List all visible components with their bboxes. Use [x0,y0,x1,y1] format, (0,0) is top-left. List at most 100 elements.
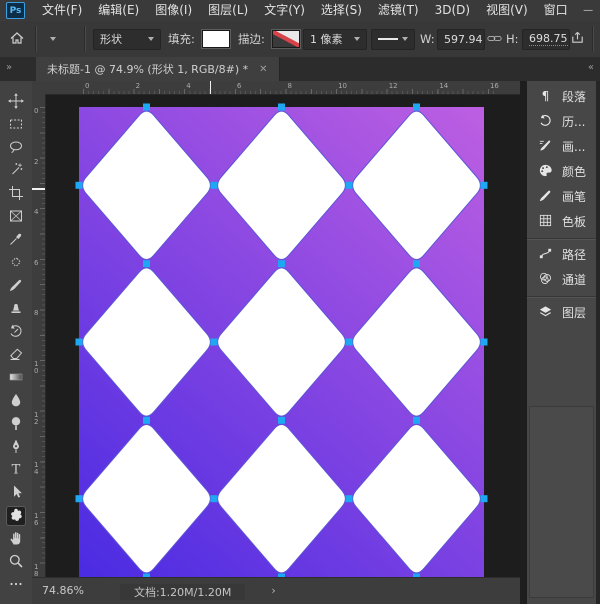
stroke-swatch[interactable] [272,21,300,57]
menu-item-file[interactable]: 文件(F) [34,0,90,21]
menu-item-window[interactable]: 窗口 [536,0,576,21]
panel-button-color[interactable]: 颜色 [527,159,596,184]
custom-shape-tool[interactable] [7,507,25,525]
anchor-point[interactable] [346,339,353,346]
frame-tool[interactable] [7,208,25,226]
anchor-point[interactable] [211,495,218,502]
svg-text:T: T [12,462,21,476]
status-options-chevron[interactable]: › [271,584,275,597]
stroke-width-select[interactable]: 1 像素 [303,29,367,50]
menu-item-view[interactable]: 视图(V) [478,0,536,21]
panel-button-history[interactable]: 历... [527,109,596,134]
anchor-point[interactable] [413,104,420,111]
anchor-point[interactable] [481,339,488,346]
tool-preset-button[interactable] [47,21,56,57]
move-tool[interactable] [7,93,25,111]
panel-collapse-button[interactable]: « [588,57,593,79]
menu-item-filter[interactable]: 滤镜(T) [370,0,427,21]
link-dimensions-button[interactable] [487,21,502,57]
export-button[interactable] [570,21,585,57]
toolbar-expand-button[interactable]: » [6,57,11,79]
panel-button-brushes[interactable]: 画笔 [527,184,596,209]
canvas[interactable] [79,107,484,577]
anchor-point[interactable] [76,495,83,502]
anchor-point[interactable] [278,104,285,111]
tool-mode-select[interactable]: 形状 [93,29,161,50]
swatches-icon [538,213,553,231]
more-tools-tool[interactable] [7,576,25,594]
brush-icon [8,277,24,296]
document-tab[interactable]: 未标题-1 @ 74.9% (形状 1, RGB/8#) * ✕ [36,57,280,81]
lasso-icon [8,139,24,158]
blur-icon [8,392,24,411]
menu-item-select[interactable]: 选择(S) [313,0,370,21]
ruler-v-number: 1 0 [34,361,43,375]
panel-button-brush-settings[interactable]: 画... [527,134,596,159]
menu-item-3d[interactable]: 3D(D) [427,0,478,21]
anchor-point[interactable] [143,417,150,424]
anchor-point[interactable] [481,495,488,502]
zoom-tool[interactable] [7,553,25,571]
width-input[interactable]: 597.94 [437,29,485,50]
horizontal-ruler[interactable]: 0246810121416 [32,81,520,95]
line-style-sample [378,38,398,40]
dodge-tool[interactable] [7,415,25,433]
menu-item-edit[interactable]: 编辑(E) [90,0,147,21]
channels-icon [538,271,553,289]
anchor-point[interactable] [211,182,218,189]
magic-wand-tool[interactable] [7,162,25,180]
height-value: 698.75 [529,32,568,46]
height-input[interactable]: 698.75 [522,29,570,50]
anchor-point[interactable] [143,260,150,267]
fill-swatch[interactable] [202,21,230,57]
anchor-point[interactable] [278,417,285,424]
canvas-svg[interactable] [79,107,484,577]
crop-tool[interactable] [7,185,25,203]
minimize-button[interactable]: — [576,0,600,21]
anchor-point[interactable] [76,339,83,346]
move-icon [8,93,24,112]
eraser-tool[interactable] [7,346,25,364]
brush-tool[interactable] [7,277,25,295]
menu-item-image[interactable]: 图像(I) [147,0,200,21]
anchor-point[interactable] [143,104,150,111]
healing-brush-tool[interactable] [7,254,25,272]
menu-item-layer[interactable]: 图层(L) [200,0,256,21]
gradient-icon [8,369,24,388]
panel-button-channels[interactable]: 通道 [527,267,596,292]
gradient-tool[interactable] [7,369,25,387]
menu-item-type[interactable]: 文字(Y) [256,0,313,21]
right-panel-dock: ¶段落历...画...颜色画笔色板路径通道图层 [520,81,600,604]
hand-tool[interactable] [7,530,25,548]
more-icon [8,576,24,595]
anchor-point[interactable] [211,339,218,346]
stroke-style-select[interactable] [371,29,415,50]
anchor-point[interactable] [76,182,83,189]
anchor-point[interactable] [278,260,285,267]
tab-bar: » 未标题-1 @ 74.9% (形状 1, RGB/8#) * ✕ « [0,57,600,82]
home-button[interactable] [9,21,25,57]
anchor-point[interactable] [413,417,420,424]
chevron-down-icon [148,37,154,41]
anchor-point[interactable] [413,260,420,267]
pen-tool[interactable] [7,438,25,456]
rect-marquee-tool[interactable] [7,116,25,134]
ruler-h-number: 14 [439,82,448,90]
path-select-tool[interactable] [7,484,25,502]
clone-stamp-tool[interactable] [7,300,25,318]
panel-button-layers[interactable]: 图层 [527,300,596,325]
lasso-tool[interactable] [7,139,25,157]
type-tool[interactable]: T [7,461,25,479]
panel-button-swatches[interactable]: 色板 [527,209,596,234]
panel-button-paths[interactable]: 路径 [527,242,596,267]
eyedropper-tool[interactable] [7,231,25,249]
blur-tool[interactable] [7,392,25,410]
tab-close-icon[interactable]: ✕ [259,64,267,75]
history-brush-tool[interactable] [7,323,25,341]
zoom-level-field[interactable]: 74.86% [42,584,84,597]
anchor-point[interactable] [346,182,353,189]
anchor-point[interactable] [346,495,353,502]
vertical-ruler[interactable]: 024681 01 21 41 61 8 [32,94,46,577]
panel-button-paragraph[interactable]: ¶段落 [527,84,596,109]
anchor-point[interactable] [481,182,488,189]
